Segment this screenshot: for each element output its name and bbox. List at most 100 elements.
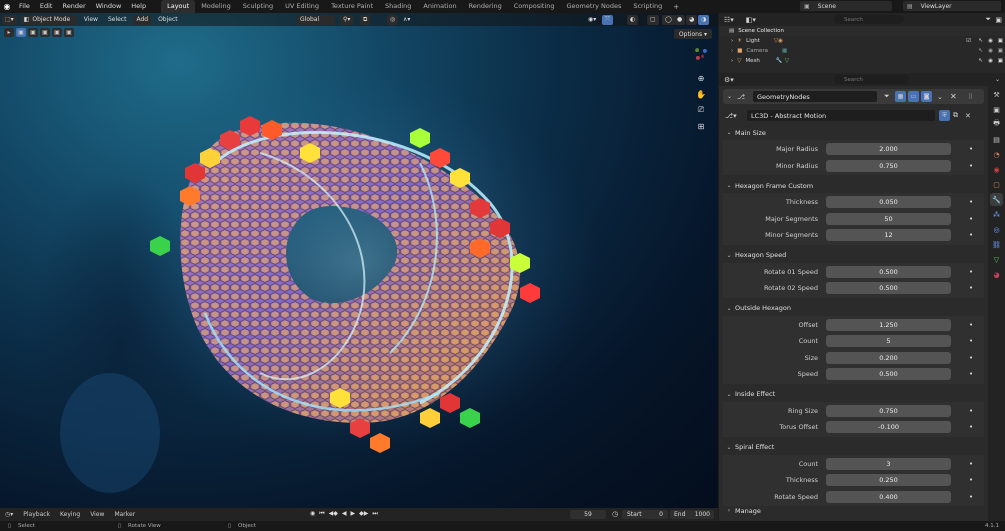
outliner-scene-collection[interactable]: ▤ Scene Collection: [719, 26, 1005, 36]
select-arrow-icon[interactable]: ↖: [978, 38, 983, 44]
keyframe-dot-icon[interactable]: •: [969, 476, 973, 484]
select-arrow-icon[interactable]: ↖: [978, 48, 983, 54]
menu-help[interactable]: Help: [126, 0, 151, 13]
scene-tab-icon[interactable]: ◔: [990, 148, 1003, 161]
jump-start-icon[interactable]: ⏮: [319, 510, 324, 518]
unlink-icon[interactable]: ✕: [965, 112, 971, 120]
menu-file[interactable]: File: [14, 0, 35, 13]
keyframe-dot-icon[interactable]: •: [969, 231, 973, 239]
tab-animation[interactable]: Animation: [417, 0, 462, 13]
shading-solid-icon[interactable]: ●: [674, 14, 686, 25]
shading-rendered-icon[interactable]: ◑: [698, 14, 710, 25]
zoom-icon[interactable]: ⊕: [694, 71, 708, 85]
panel-header-spiral-effect[interactable]: ⌄ Spiral Effect: [723, 440, 984, 455]
current-frame-field[interactable]: 59: [570, 510, 606, 519]
blender-logo-icon[interactable]: ◉: [0, 0, 14, 13]
param-value-field[interactable]: 0.750: [826, 159, 951, 172]
properties-editor-icon[interactable]: ⚙▾: [724, 76, 734, 84]
keyframe-dot-icon[interactable]: •: [969, 198, 973, 206]
perspective-grid-icon[interactable]: ⊞: [694, 119, 708, 133]
camera-view-icon[interactable]: ⎚: [694, 103, 708, 117]
select-box-subtract-icon[interactable]: ▣: [40, 28, 50, 37]
physics-tab-icon[interactable]: ◎: [990, 223, 1003, 236]
proportional-edit-icon[interactable]: ◎: [387, 14, 399, 25]
tab-texture-paint[interactable]: Texture Paint: [325, 0, 379, 13]
camera-render-icon[interactable]: ▣: [998, 58, 1003, 64]
properties-search-input[interactable]: Search: [834, 75, 909, 84]
shading-material-icon[interactable]: ◕: [686, 14, 698, 25]
keyframe-dot-icon[interactable]: •: [969, 268, 973, 276]
param-value-field[interactable]: 5: [826, 335, 951, 347]
panel-header-outside-hexagon[interactable]: ⌄ Outside Hexagon: [723, 301, 984, 316]
menu-marker[interactable]: Marker: [109, 511, 140, 518]
scene-selector[interactable]: ▣ Scene: [800, 1, 892, 11]
falloff-icon[interactable]: ∧▾: [400, 15, 413, 25]
param-value-field[interactable]: 3: [826, 457, 951, 470]
tab-scripting[interactable]: Scripting: [627, 0, 668, 13]
outliner-item-light[interactable]: › ☀ Light ▽◉ ☑ ↖ ◉ ▣: [719, 36, 1005, 46]
expand-icon[interactable]: ›: [731, 48, 733, 54]
keyframe-dot-icon[interactable]: •: [969, 407, 973, 415]
prev-keyframe-icon[interactable]: ◀◆: [329, 510, 338, 518]
tab-modeling[interactable]: Modeling: [195, 0, 237, 13]
timeline-editor-icon[interactable]: ◷▾: [0, 511, 18, 518]
collapse-chevron-icon[interactable]: ⌄: [727, 93, 732, 100]
menu-add[interactable]: Add: [133, 14, 152, 25]
keyframe-dot-icon[interactable]: •: [969, 321, 973, 329]
record-icon[interactable]: ◉: [310, 510, 315, 518]
menu-window[interactable]: Window: [91, 0, 127, 13]
start-frame-field[interactable]: Start 0: [622, 510, 668, 519]
tool-tab-icon[interactable]: ⚒: [990, 88, 1003, 101]
edit-mode-toggle-icon[interactable]: ⏷: [884, 92, 890, 101]
outliner-item-mesh[interactable]: › ▽ Mesh 🔧 ▽ ↖ ◉ ▣: [719, 56, 1005, 66]
select-box-extend-icon[interactable]: ▣: [28, 28, 38, 37]
3d-viewport[interactable]: ⬚ ▾ ◧ Object Mode View Select Add Object …: [0, 13, 718, 508]
modifier-name-field[interactable]: GeometryNodes: [753, 91, 877, 102]
eye-icon[interactable]: ◉: [988, 38, 993, 44]
param-value-field[interactable]: 0.050: [826, 196, 951, 208]
pivot-point-icon[interactable]: ⚲▾: [340, 14, 354, 25]
param-value-field[interactable]: 0.250: [826, 474, 951, 486]
menu-render[interactable]: Render: [57, 0, 90, 13]
keyframe-dot-icon[interactable]: •: [969, 493, 973, 501]
mode-selector[interactable]: ◧ Object Mode: [20, 14, 77, 25]
options-button[interactable]: Options ▾: [673, 29, 712, 39]
tab-compositing[interactable]: Compositing: [508, 0, 561, 13]
new-collection-icon[interactable]: ▣: [995, 16, 1002, 24]
keyframe-dot-icon[interactable]: •: [969, 370, 973, 378]
menu-select[interactable]: Select: [105, 15, 130, 25]
axis-gizmo-icon[interactable]: [694, 47, 708, 61]
menu-keying[interactable]: Keying: [55, 511, 85, 518]
panel-header-hexagon-frame-custom[interactable]: ⌄ Hexagon Frame Custom: [723, 178, 984, 193]
output-tab-icon[interactable]: 🖶: [990, 118, 1003, 131]
param-value-field[interactable]: 12: [826, 229, 951, 241]
param-value-field[interactable]: 2.000: [826, 143, 951, 155]
render-tab-icon[interactable]: ▣: [990, 103, 1003, 116]
view-layer-selector[interactable]: ▤ ViewLayer: [903, 1, 1001, 11]
next-keyframe-icon[interactable]: ◆▶: [359, 510, 368, 518]
keyframe-dot-icon[interactable]: •: [969, 284, 973, 292]
keyframe-dot-icon[interactable]: •: [969, 215, 973, 223]
particles-tab-icon[interactable]: ⁂: [990, 208, 1003, 221]
shading-wireframe-icon[interactable]: ◯: [662, 14, 675, 25]
transform-orientation-selector[interactable]: Global: [297, 14, 335, 25]
visibility-icon[interactable]: ◉▾: [585, 15, 599, 25]
node-group-field[interactable]: LC3D - Abstract Motion: [747, 110, 935, 121]
menu-playback[interactable]: Playback: [18, 511, 55, 518]
outliner-editor-icon[interactable]: ☷▾: [724, 16, 734, 24]
keyframe-dot-icon[interactable]: •: [969, 162, 973, 170]
options-chevron-icon[interactable]: ⌄: [995, 76, 1000, 83]
node-tree-icon[interactable]: ⎇▾: [725, 112, 737, 120]
snap-icon[interactable]: ⧉: [360, 14, 371, 25]
material-tab-icon[interactable]: ◕: [990, 268, 1003, 281]
filter-icon[interactable]: ⏷: [985, 15, 991, 24]
constraints-tab-icon[interactable]: ⛓: [990, 238, 1003, 251]
eye-icon[interactable]: ◉: [988, 58, 993, 64]
world-tab-icon[interactable]: ◉: [990, 163, 1003, 176]
manage-panel-header[interactable]: › Manage: [723, 503, 984, 518]
panel-header-main-size[interactable]: ⌄ Main Size: [723, 125, 984, 140]
outliner-search-input[interactable]: Search: [834, 15, 904, 24]
select-box-invert-icon[interactable]: ▣: [52, 28, 62, 37]
param-value-field[interactable]: 1.250: [826, 318, 951, 331]
play-icon[interactable]: ▶: [351, 510, 356, 518]
